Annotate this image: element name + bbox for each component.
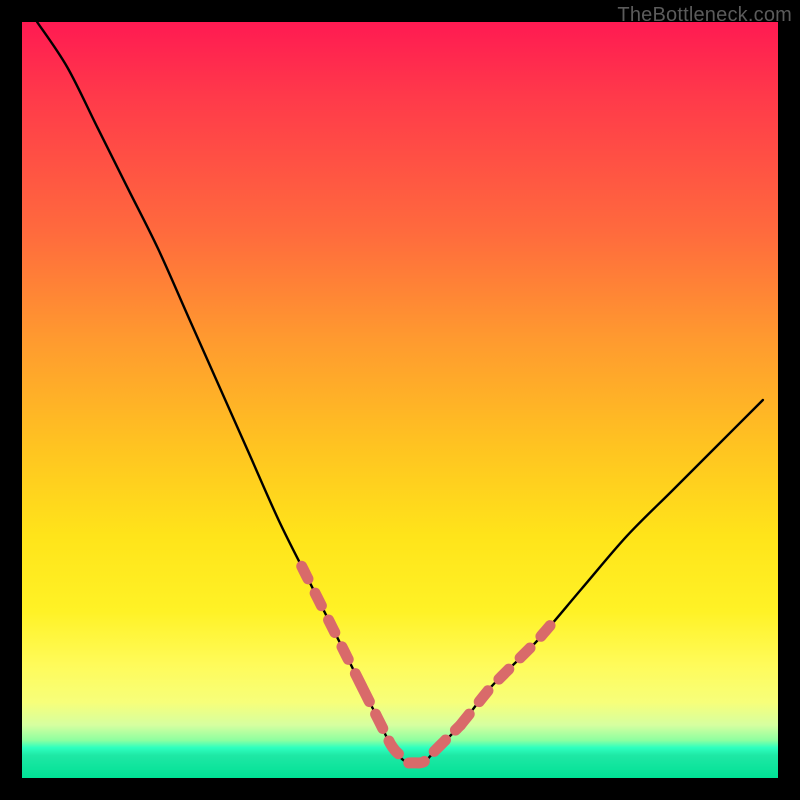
curve-group	[37, 22, 763, 765]
bottleneck-curve-path	[37, 22, 763, 765]
highlight-right	[460, 624, 551, 725]
highlight-valley	[362, 687, 460, 763]
chart-container: TheBottleneck.com	[0, 0, 800, 800]
plot-area	[22, 22, 778, 778]
bottleneck-curve-svg	[22, 22, 778, 778]
